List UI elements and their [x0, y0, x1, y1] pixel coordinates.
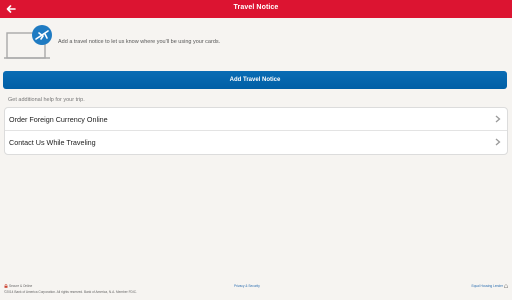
top-bar: Travel Notice [0, 0, 512, 18]
secure-badge[interactable]: Secure & Online [4, 284, 32, 288]
intro-section: Add a travel notice to let us know where… [4, 24, 508, 64]
lock-icon [4, 284, 8, 288]
page-title: Travel Notice [233, 4, 279, 11]
chevron-right-icon [495, 138, 501, 146]
laptop-airplane-icon [4, 25, 52, 59]
privacy-security-link[interactable]: Privacy & Security [234, 284, 260, 288]
help-heading: Get additional help for your trip. [8, 97, 85, 103]
footer: Secure & Online ©2014 Bank of America Co… [0, 282, 512, 300]
help-link-list: Order Foreign Currency Online Contact Us… [4, 107, 508, 155]
secure-label: Secure & Online [9, 284, 33, 288]
order-foreign-currency-link[interactable]: Order Foreign Currency Online [5, 108, 507, 130]
add-travel-notice-button[interactable]: Add Travel Notice [3, 71, 507, 89]
link-label: Order Foreign Currency Online [9, 114, 108, 124]
house-icon [504, 284, 508, 288]
copyright-text: ©2014 Bank of America Corporation. All r… [4, 290, 137, 294]
equal-housing-label: Equal Housing Lender [471, 284, 503, 288]
chevron-right-icon [495, 115, 501, 123]
intro-text: Add a travel notice to let us know where… [58, 39, 221, 45]
equal-housing-lender-link[interactable]: Equal Housing Lender [471, 284, 508, 288]
link-label: Contact Us While Traveling [9, 137, 96, 147]
contact-us-while-traveling-link[interactable]: Contact Us While Traveling [5, 131, 507, 153]
